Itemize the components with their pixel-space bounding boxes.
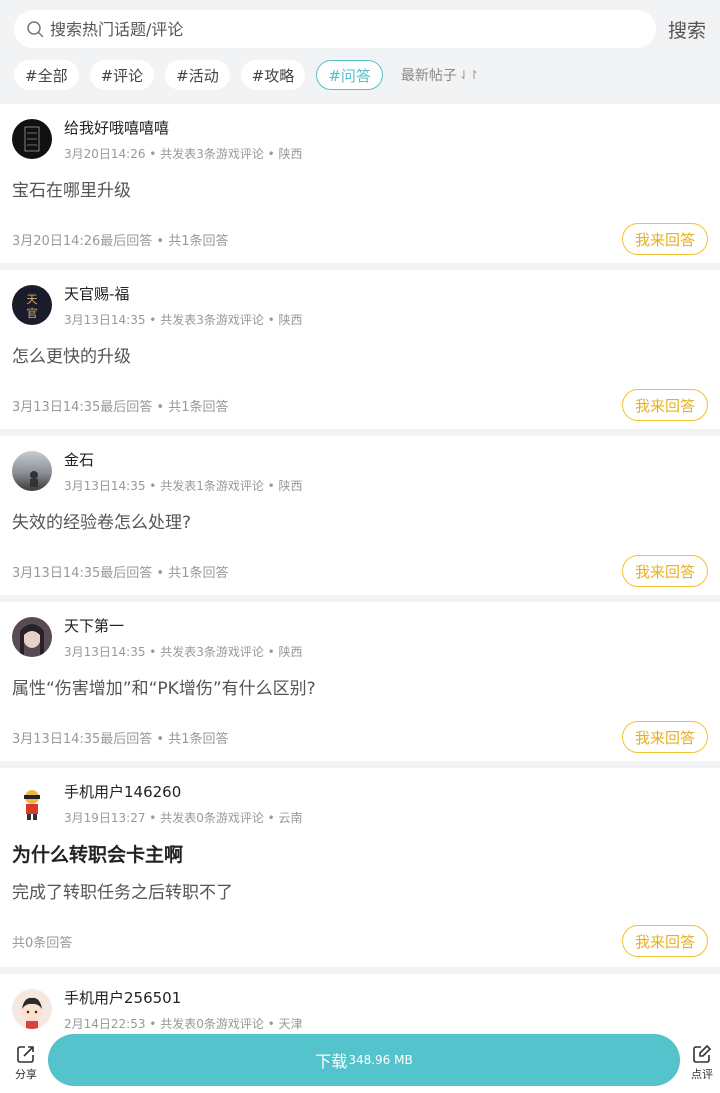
svg-text:天: 天 xyxy=(27,293,38,306)
search-button[interactable]: 搜索 xyxy=(668,16,706,43)
avatar[interactable] xyxy=(12,989,52,1029)
answer-button[interactable]: 我来回答 xyxy=(621,721,708,753)
post-body: 怎么更快的升级 xyxy=(12,347,131,367)
tag-guide[interactable]: #攻略 xyxy=(240,60,306,90)
post-card[interactable]: 天下第一 3月13日14:35 • 共发表3条游戏评论 • 陕西 属性“伤害增加… xyxy=(0,602,720,761)
post-title: 为什么转职会卡主啊 xyxy=(12,844,184,866)
share-icon xyxy=(17,1046,34,1063)
sort-dropdown[interactable]: 最新帖子 ⇃↾ xyxy=(401,65,479,85)
post-meta: 3月13日14:35 • 共发表1条游戏评论 • 陕西 xyxy=(64,479,303,493)
post-meta: 3月13日14:35 • 共发表3条游戏评论 • 陕西 xyxy=(64,313,303,327)
post-body: 失效的经验卷怎么处理? xyxy=(12,513,192,533)
answer-button[interactable]: 我来回答 xyxy=(621,389,708,421)
answer-info: 3月13日14:35最后回答 • 共1条回答 xyxy=(12,565,229,581)
avatar[interactable] xyxy=(12,451,52,491)
post-body: 宝石在哪里升级 xyxy=(12,181,131,201)
answer-info: 3月20日14:26最后回答 • 共1条回答 xyxy=(12,233,229,249)
download-button[interactable]: 下载 348.96 MB xyxy=(48,1034,680,1086)
answer-button[interactable]: 我来回答 xyxy=(621,223,708,255)
post-body: 属性“伤害增加”和“PK增伤”有什么区别? xyxy=(12,679,316,699)
search-box[interactable] xyxy=(14,10,656,48)
username[interactable]: 天下第一 xyxy=(64,616,303,636)
answer-button[interactable]: 我来回答 xyxy=(621,555,708,587)
bottom-bar: 分享 下载 348.96 MB 点评 xyxy=(0,1033,720,1093)
sort-label: 最新帖子 xyxy=(400,68,457,84)
download-size: 348.96 MB xyxy=(348,1053,413,1067)
tag-qa[interactable]: #问答 xyxy=(316,60,383,90)
post-card[interactable]: 天官 天官赐-福 3月13日14:35 • 共发表3条游戏评论 • 陕西 怎么更… xyxy=(0,270,720,429)
username[interactable]: 手机用户146260 xyxy=(64,782,303,802)
avatar[interactable] xyxy=(12,119,52,159)
share-button[interactable]: 分享 xyxy=(4,1044,48,1082)
tag-event[interactable]: #活动 xyxy=(165,60,230,90)
sort-arrows-icon: ⇃↾ xyxy=(458,68,479,82)
post-card[interactable]: 给我好哦嘻嘻嘻 3月20日14:26 • 共发表3条游戏评论 • 陕西 宝石在哪… xyxy=(0,104,720,263)
tag-all[interactable]: #全部 xyxy=(14,60,79,90)
search-icon xyxy=(27,21,44,38)
search-row: 搜索 xyxy=(14,10,706,48)
download-label: 下载 xyxy=(315,1052,348,1071)
avatar[interactable]: 天官 xyxy=(12,285,52,325)
share-label: 分享 xyxy=(15,1068,37,1081)
review-label: 点评 xyxy=(691,1068,713,1081)
post-meta: 2月14日22:53 • 共发表0条游戏评论 • 天津 xyxy=(64,1017,303,1031)
username[interactable]: 金石 xyxy=(64,450,303,470)
tag-review[interactable]: #评论 xyxy=(89,60,155,90)
svg-text:官: 官 xyxy=(27,306,38,320)
review-button[interactable]: 点评 xyxy=(684,1044,720,1082)
post-meta: 3月19日13:27 • 共发表0条游戏评论 • 云南 xyxy=(64,811,303,825)
post-meta: 3月13日14:35 • 共发表3条游戏评论 • 陕西 xyxy=(64,645,303,659)
tag-filter-row: #全部 #评论 #活动 #攻略 #问答 最新帖子 ⇃↾ xyxy=(14,59,706,91)
username[interactable]: 给我好哦嘻嘻嘻 xyxy=(64,118,303,138)
post-meta: 3月20日14:26 • 共发表3条游戏评论 • 陕西 xyxy=(64,147,303,161)
username[interactable]: 天官赐-福 xyxy=(64,284,303,304)
top-bar: 搜索 #全部 #评论 #活动 #攻略 #问答 最新帖子 ⇃↾ xyxy=(0,0,720,104)
post-card[interactable]: 手机用户146260 3月19日13:27 • 共发表0条游戏评论 • 云南 为… xyxy=(0,768,720,967)
post-body: 完成了转职任务之后转职不了 xyxy=(12,883,233,903)
answer-info: 3月13日14:35最后回答 • 共1条回答 xyxy=(12,399,229,415)
answer-info: 3月13日14:35最后回答 • 共1条回答 xyxy=(12,731,229,747)
avatar[interactable] xyxy=(12,617,52,657)
edit-icon xyxy=(693,1044,712,1063)
avatar[interactable] xyxy=(12,783,52,823)
search-input[interactable] xyxy=(50,19,610,39)
username[interactable]: 手机用户256501 xyxy=(64,988,303,1008)
answer-info: 共0条回答 xyxy=(12,935,73,951)
post-card[interactable]: 金石 3月13日14:35 • 共发表1条游戏评论 • 陕西 失效的经验卷怎么处… xyxy=(0,436,720,595)
answer-button[interactable]: 我来回答 xyxy=(621,925,708,957)
